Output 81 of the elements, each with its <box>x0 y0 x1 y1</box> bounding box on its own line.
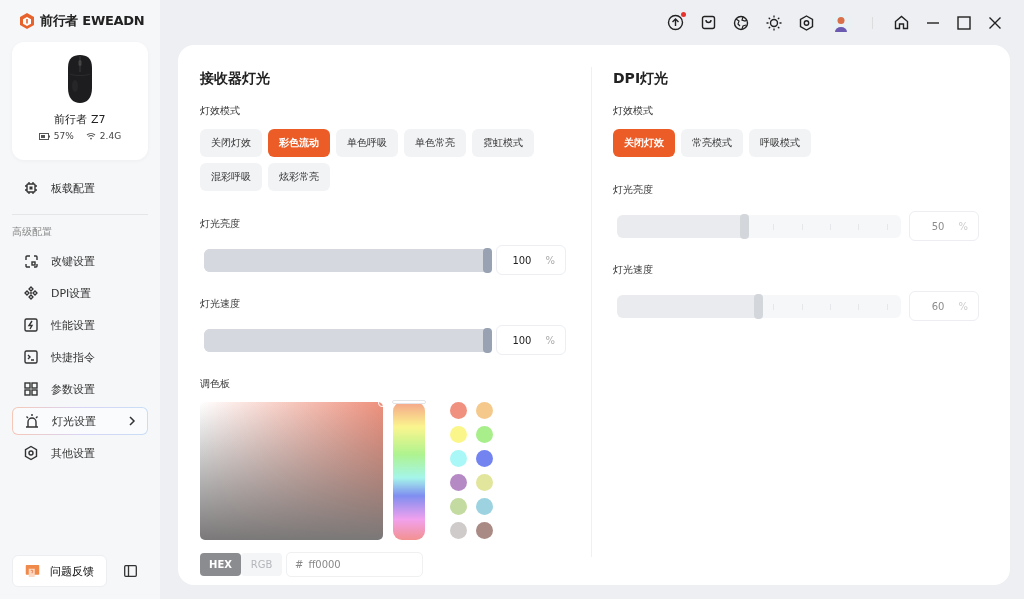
field-label: 灯光亮度 <box>613 183 654 197</box>
terminal-icon <box>23 349 39 365</box>
home-icon[interactable] <box>894 15 909 30</box>
color-swatch[interactable] <box>450 474 467 491</box>
hexagon-icon <box>23 445 39 461</box>
color-swatch[interactable] <box>476 522 493 539</box>
close-icon[interactable] <box>988 15 1002 30</box>
slider[interactable] <box>617 214 901 238</box>
connection-type: 2.4G <box>99 131 122 141</box>
key-map-icon <box>23 253 39 269</box>
unit-text: % <box>545 254 555 266</box>
field-label: 灯光亮度 <box>200 217 241 231</box>
section-label: 高级配置 <box>12 225 53 239</box>
logo-icon <box>18 12 36 30</box>
unit-text: % <box>545 334 555 346</box>
sidebar-toggle-icon[interactable] <box>124 565 137 577</box>
color-swatch[interactable] <box>450 522 467 539</box>
mode-button[interactable]: 单色呼吸 <box>336 129 398 157</box>
battery-level: 57% <box>53 131 74 141</box>
logo-text: 前行者 EWEADN <box>40 12 145 30</box>
chip-icon <box>23 180 39 196</box>
sun-icon[interactable] <box>766 14 782 31</box>
hex-input[interactable]: # ff0000 <box>286 552 423 577</box>
nav-item[interactable]: DPI设置 <box>12 279 148 307</box>
device-name: 前行者 Z7 <box>54 112 106 127</box>
color-swatch[interactable] <box>476 450 493 467</box>
field-label: 灯光速度 <box>613 263 654 277</box>
field-label: 灯效模式 <box>613 104 654 118</box>
slider[interactable] <box>617 294 901 318</box>
feedback-button[interactable]: 问题反馈 <box>12 555 107 587</box>
mode-button[interactable]: 常亮模式 <box>681 129 743 157</box>
color-swatch[interactable] <box>450 426 467 443</box>
value-text: 100 <box>512 334 532 346</box>
hash-text: # <box>295 559 304 570</box>
mode-button[interactable]: 霓虹模式 <box>472 129 534 157</box>
chevron-right-icon <box>128 416 136 426</box>
avatar[interactable] <box>831 12 851 33</box>
wifi-icon <box>85 132 96 140</box>
grid-icon <box>23 381 39 397</box>
bag-icon[interactable] <box>701 15 716 30</box>
nav-item[interactable]: 快捷指令 <box>12 343 148 371</box>
color-swatch[interactable] <box>476 402 493 419</box>
value-field[interactable]: 100 % <box>496 325 566 355</box>
mode-button[interactable]: 呼吸模式 <box>749 129 811 157</box>
nav-item[interactable]: 其他设置 <box>12 439 148 467</box>
alarm-light-icon <box>24 413 40 429</box>
feedback-icon <box>25 562 40 580</box>
globe-icon[interactable] <box>733 14 749 31</box>
color-swatch[interactable] <box>476 426 493 443</box>
color-swatch[interactable] <box>450 402 467 419</box>
mode-button[interactable]: 炫彩常亮 <box>268 163 330 191</box>
unit-text: % <box>958 220 968 232</box>
nav-item[interactable]: 性能设置 <box>12 311 148 339</box>
mode-button[interactable]: 混彩呼吸 <box>200 163 262 191</box>
value-field[interactable]: 100 % <box>496 245 566 275</box>
color-swatch[interactable] <box>476 474 493 491</box>
color-picker-area[interactable] <box>200 402 383 540</box>
hue-slider[interactable] <box>393 402 425 540</box>
field-label: 调色板 <box>200 377 231 391</box>
color-swatch[interactable] <box>450 450 467 467</box>
hex-value: ff0000 <box>308 559 341 570</box>
nav-item[interactable]: 参数设置 <box>12 375 148 403</box>
settings-icon[interactable] <box>799 14 814 31</box>
value-text: 100 <box>512 254 532 266</box>
nav-item[interactable]: 灯光设置 <box>12 407 148 435</box>
color-swatch[interactable] <box>450 498 467 515</box>
nav-item[interactable]: 板载配置 <box>12 174 148 202</box>
section-title: DPI灯光 <box>613 70 670 88</box>
unit-text: % <box>958 300 968 312</box>
section-title: 接收器灯光 <box>200 70 271 88</box>
color-swatch[interactable] <box>476 498 493 515</box>
maximize-icon[interactable] <box>957 15 971 30</box>
field-label: 灯光速度 <box>200 297 241 311</box>
battery-icon <box>38 132 50 140</box>
nav-item[interactable]: 改键设置 <box>12 247 148 275</box>
mode-button[interactable]: 单色常亮 <box>404 129 466 157</box>
upload-icon[interactable] <box>667 14 684 31</box>
crosshair-icon <box>23 285 39 301</box>
field-label: 灯效模式 <box>200 104 241 118</box>
bolt-icon <box>23 317 39 333</box>
mode-button[interactable]: 关闭灯效 <box>200 129 262 157</box>
